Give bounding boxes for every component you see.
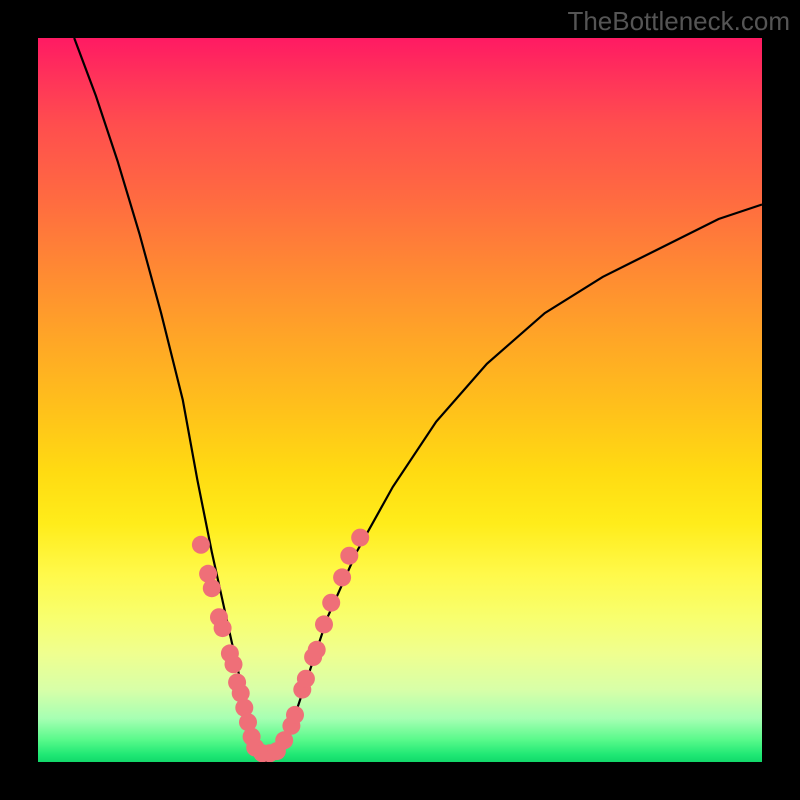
highlight-dot	[225, 655, 243, 673]
highlight-dot	[286, 706, 304, 724]
highlight-dot	[308, 641, 326, 659]
bottleneck-curve	[74, 38, 762, 762]
highlight-dot	[214, 619, 232, 637]
highlight-dot	[322, 594, 340, 612]
plot-area	[38, 38, 762, 762]
highlight-dot	[315, 615, 333, 633]
highlight-dot	[333, 568, 351, 586]
highlight-dot	[203, 579, 221, 597]
chart-frame: TheBottleneck.com	[0, 0, 800, 800]
highlight-dots-group	[192, 529, 369, 762]
highlight-dot	[351, 529, 369, 547]
highlight-dot	[192, 536, 210, 554]
highlight-dot	[297, 670, 315, 688]
highlight-dot	[340, 547, 358, 565]
chart-svg	[38, 38, 762, 762]
watermark-text: TheBottleneck.com	[567, 6, 790, 37]
